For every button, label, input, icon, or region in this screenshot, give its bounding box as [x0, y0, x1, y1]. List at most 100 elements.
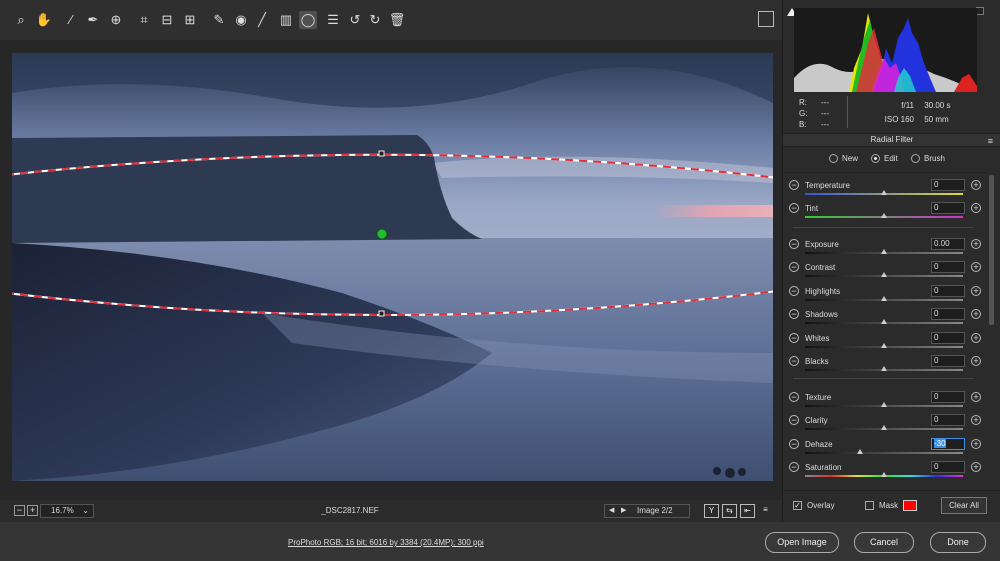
- mode-brush-radio[interactable]: [911, 154, 920, 163]
- blacks-slider-thumb[interactable]: [881, 366, 887, 371]
- shadows-increase-button[interactable]: +: [971, 309, 981, 319]
- temperature-decrease-button[interactable]: −: [789, 180, 799, 190]
- tint-decrease-button[interactable]: −: [789, 203, 799, 213]
- open-image-button[interactable]: Open Image: [765, 532, 839, 553]
- next-image-icon[interactable]: ▶: [621, 505, 626, 517]
- highlight-clipping-warning-icon[interactable]: [976, 7, 984, 15]
- eyedropper-icon[interactable]: ⁄: [62, 11, 80, 29]
- target-adjust-icon[interactable]: ⊕: [107, 11, 125, 29]
- crop-icon[interactable]: ⌗: [135, 11, 153, 29]
- shadows-slider-thumb[interactable]: [881, 319, 887, 324]
- before-after-toggle-button[interactable]: Y: [704, 504, 719, 518]
- histogram: [794, 8, 977, 92]
- texture-value-field[interactable]: 0: [931, 391, 965, 403]
- texture-increase-button[interactable]: +: [971, 392, 981, 402]
- temperature-value-field[interactable]: 0: [931, 179, 965, 191]
- shadows-value-field[interactable]: 0: [931, 308, 965, 320]
- zoom-level-select[interactable]: 16.7% ⌄: [40, 504, 94, 518]
- rotate-cw-icon[interactable]: ↻: [366, 11, 384, 29]
- contrast-increase-button[interactable]: +: [971, 262, 981, 272]
- temperature-slider-thumb[interactable]: [881, 190, 887, 195]
- saturation-value-field[interactable]: 0: [931, 461, 965, 473]
- zoom-out-button[interactable]: −: [14, 505, 25, 516]
- exposure-slider-thumb[interactable]: [881, 249, 887, 254]
- clarity-value-field[interactable]: 0: [931, 414, 965, 426]
- dehaze-slider-track[interactable]: [805, 452, 963, 454]
- contrast-value-field[interactable]: 0: [931, 261, 965, 273]
- clarity-decrease-button[interactable]: −: [789, 415, 799, 425]
- brush-icon[interactable]: ╱: [253, 11, 271, 29]
- spot-removal-icon[interactable]: ✎: [210, 11, 228, 29]
- saturation-decrease-button[interactable]: −: [789, 462, 799, 472]
- cancel-button[interactable]: Cancel: [854, 532, 914, 553]
- straighten-icon[interactable]: ⊟: [158, 11, 176, 29]
- panel-menu-icon[interactable]: ≡: [988, 135, 993, 147]
- list-icon[interactable]: ☰: [324, 11, 342, 29]
- prev-image-icon[interactable]: ◀: [609, 505, 614, 517]
- section-divider: [793, 227, 973, 228]
- zoom-in-button[interactable]: +: [27, 505, 38, 516]
- contrast-decrease-button[interactable]: −: [789, 262, 799, 272]
- blacks-decrease-button[interactable]: −: [789, 356, 799, 366]
- clear-all-button[interactable]: Clear All: [941, 497, 987, 514]
- texture-decrease-button[interactable]: −: [789, 392, 799, 402]
- shadows-decrease-button[interactable]: −: [789, 309, 799, 319]
- swap-settings-button[interactable]: ⇆: [722, 504, 737, 518]
- saturation-increase-button[interactable]: +: [971, 462, 981, 472]
- radial-filter-pin[interactable]: [376, 228, 388, 240]
- clarity-increase-button[interactable]: +: [971, 415, 981, 425]
- filter-bottom-handle[interactable]: [378, 310, 385, 317]
- dehaze-slider-thumb[interactable]: [857, 449, 864, 454]
- highlights-decrease-button[interactable]: −: [789, 286, 799, 296]
- saturation-label: Saturation: [805, 463, 842, 472]
- workflow-options-link[interactable]: ProPhoto RGB; 16 bit; 6016 by 3384 (20.4…: [288, 538, 484, 547]
- done-button[interactable]: Done: [930, 532, 986, 553]
- tint-value-field[interactable]: 0: [931, 202, 965, 214]
- highlights-slider-thumb[interactable]: [881, 296, 887, 301]
- exposure-value-field[interactable]: 0.00: [931, 238, 965, 250]
- texture-slider-thumb[interactable]: [881, 402, 887, 407]
- copy-settings-button[interactable]: ⇤: [740, 504, 755, 518]
- red-eye-icon[interactable]: ◉: [232, 11, 250, 29]
- whites-increase-button[interactable]: +: [971, 333, 981, 343]
- mask-checkbox[interactable]: [865, 501, 874, 510]
- graduated-filter-icon[interactable]: ▥: [277, 11, 295, 29]
- dehaze-decrease-button[interactable]: −: [789, 439, 799, 449]
- photo-preview[interactable]: [12, 53, 773, 481]
- blacks-value-field[interactable]: 0: [931, 355, 965, 367]
- open-object-icon[interactable]: [758, 11, 774, 27]
- mode-edit-radio[interactable]: [871, 154, 880, 163]
- dehaze-increase-button[interactable]: +: [971, 439, 981, 449]
- clarity-slider-thumb[interactable]: [881, 425, 887, 430]
- mode-new-radio[interactable]: [829, 154, 838, 163]
- transform-icon[interactable]: ⊞: [181, 11, 199, 29]
- highlights-increase-button[interactable]: +: [971, 286, 981, 296]
- magnifier-icon[interactable]: ⌕: [12, 11, 30, 29]
- mask-color-swatch[interactable]: [903, 500, 917, 511]
- overlay-checkbox[interactable]: ✓: [793, 501, 802, 510]
- image-counter: Image 2/2: [637, 506, 673, 515]
- sampler-eyedropper-icon[interactable]: ✒: [84, 11, 102, 29]
- radial-filter-icon[interactable]: ◯: [299, 11, 317, 29]
- whites-value-field[interactable]: 0: [931, 332, 965, 344]
- panel-scrollbar[interactable]: [989, 175, 994, 485]
- dehaze-value-field[interactable]: -30: [931, 438, 965, 450]
- rotate-ccw-icon[interactable]: ↺: [346, 11, 364, 29]
- contrast-slider-thumb[interactable]: [881, 272, 887, 277]
- whites-decrease-button[interactable]: −: [789, 333, 799, 343]
- tint-slider-thumb[interactable]: [881, 213, 887, 218]
- focal-length-value: 50 mm: [924, 115, 949, 124]
- exposure-increase-button[interactable]: +: [971, 239, 981, 249]
- whites-slider-thumb[interactable]: [881, 343, 887, 348]
- temperature-increase-button[interactable]: +: [971, 180, 981, 190]
- blacks-increase-button[interactable]: +: [971, 356, 981, 366]
- saturation-slider-thumb[interactable]: [881, 472, 887, 477]
- filter-top-handle[interactable]: [378, 150, 385, 157]
- exposure-decrease-button[interactable]: −: [789, 239, 799, 249]
- view-settings-button[interactable]: ≡: [758, 504, 773, 518]
- hand-icon[interactable]: ✋: [35, 11, 53, 29]
- trash-icon[interactable]: 🗑: [388, 11, 406, 29]
- highlights-value-field[interactable]: 0: [931, 285, 965, 297]
- tint-increase-button[interactable]: +: [971, 203, 981, 213]
- scrollbar-thumb[interactable]: [989, 175, 994, 325]
